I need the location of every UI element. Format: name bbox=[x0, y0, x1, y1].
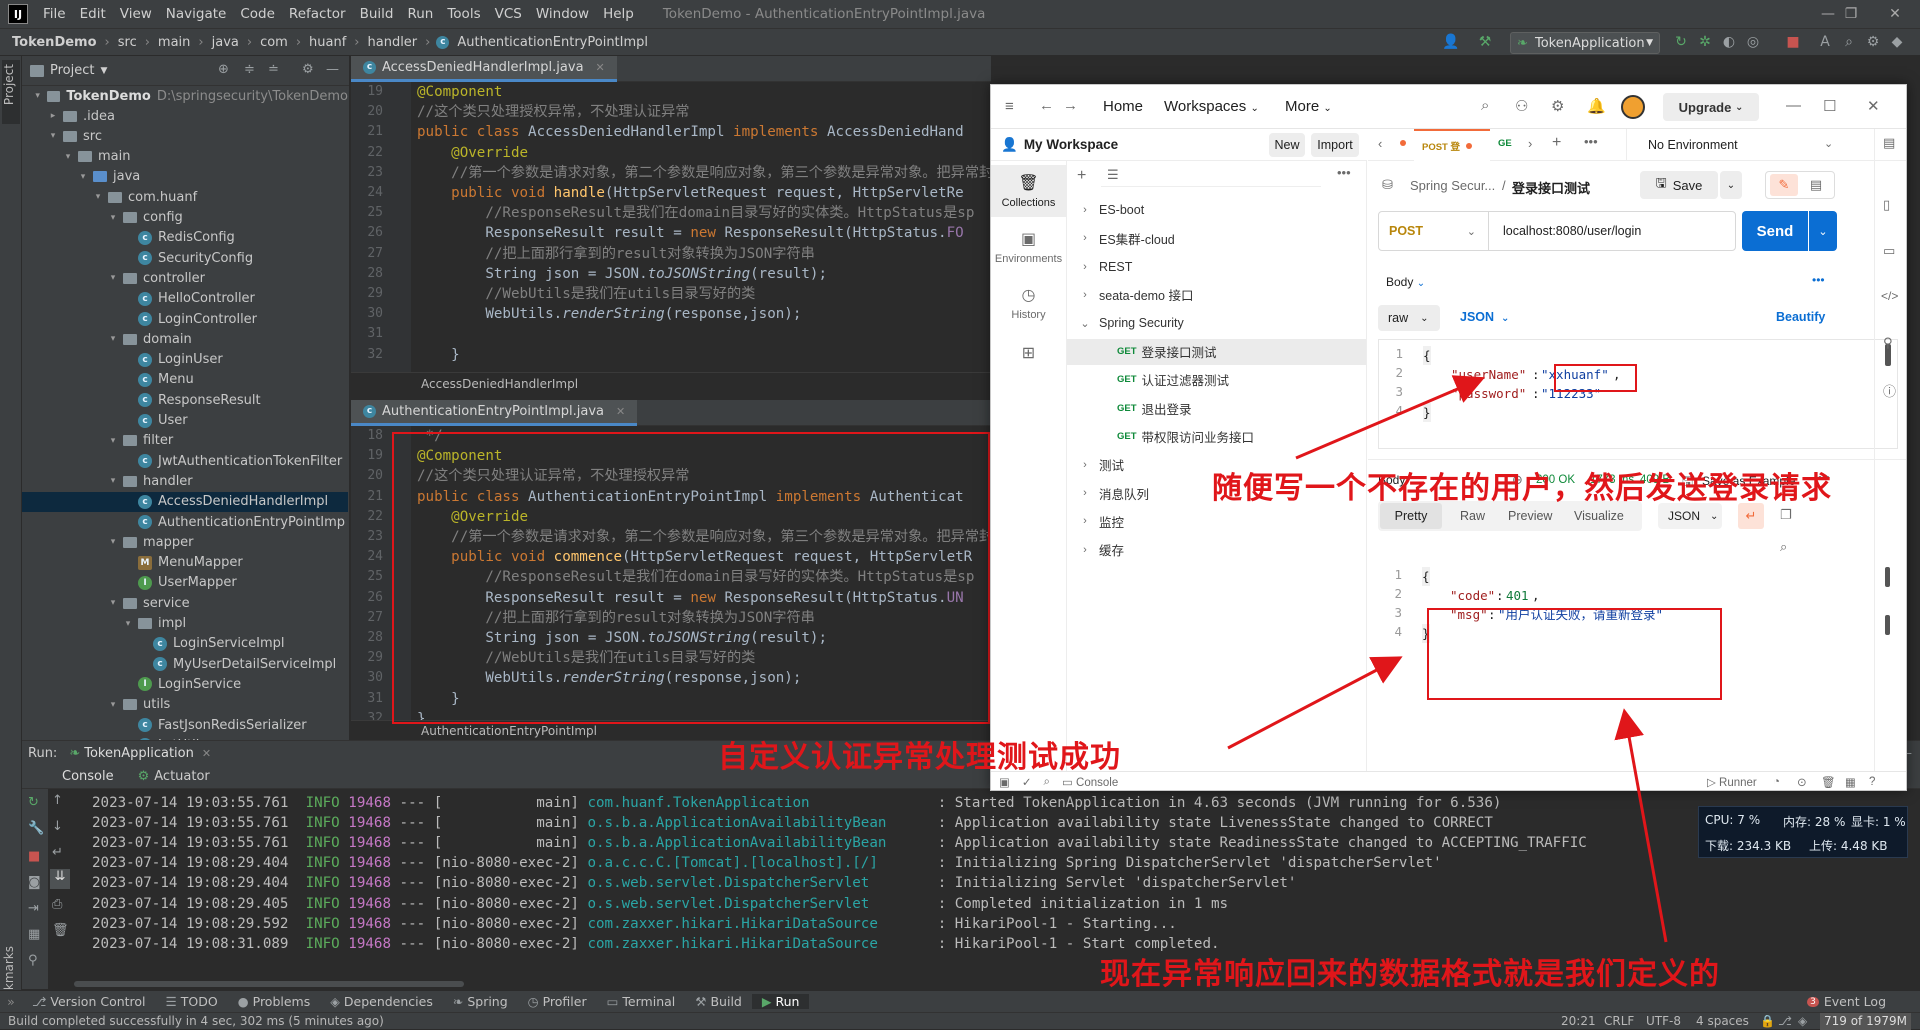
annotation-note-request: 随便写一个不存在的用户，然后发送登录请求 bbox=[1212, 471, 1832, 506]
arrow-up-to-response bbox=[1614, 708, 1668, 943]
annotation-arrows bbox=[1227, 375, 1668, 943]
annotation-note-format: 现在异常响应回来的数据格式就是我们定义的 bbox=[1100, 957, 1720, 992]
arrow-to-username bbox=[1295, 375, 1486, 460]
annotation-note-success: 自定义认证异常处理测试成功 bbox=[718, 740, 1121, 775]
arrow-to-response bbox=[1227, 656, 1403, 750]
